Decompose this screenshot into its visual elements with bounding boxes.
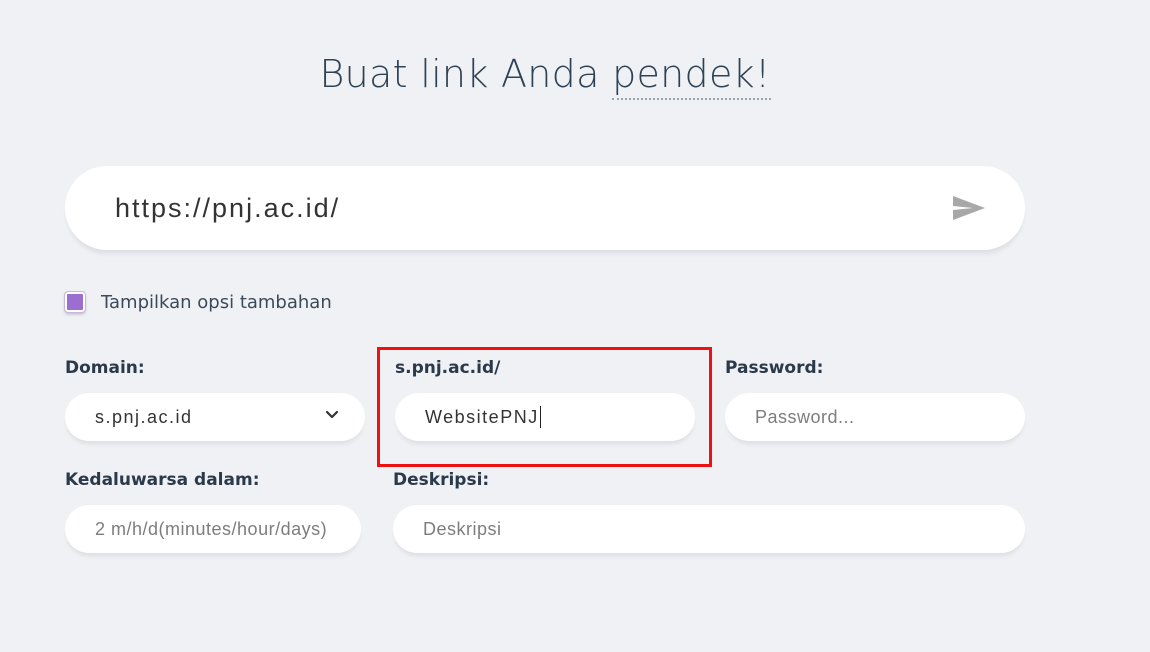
options-checkbox[interactable] — [64, 291, 86, 313]
send-icon — [953, 196, 985, 220]
title-prefix: Buat link Anda — [319, 52, 600, 96]
domain-selected-value: s.pnj.ac.id — [95, 406, 193, 427]
domain-select[interactable]: s.pnj.ac.id — [65, 393, 365, 441]
description-field[interactable] — [393, 505, 1025, 553]
description-input[interactable] — [423, 518, 1025, 540]
page-title: Buat link Anda pendek! — [0, 52, 1090, 100]
expire-field[interactable] — [65, 505, 361, 553]
domain-label: Domain: — [65, 358, 145, 378]
highlight-box — [377, 347, 712, 467]
password-label: Password: — [725, 358, 824, 378]
expire-input[interactable] — [95, 518, 361, 540]
expire-label: Kedaluwarsa dalam: — [65, 470, 260, 490]
url-bar — [65, 166, 1025, 250]
shortener-page: Buat link Anda pendek! Tampilkan opsi ta… — [0, 0, 1150, 652]
description-label: Deskripsi: — [393, 470, 490, 490]
title-highlight: pendek! — [612, 52, 771, 100]
url-input[interactable] — [115, 186, 935, 230]
password-input[interactable] — [755, 406, 1025, 428]
options-toggle[interactable]: Tampilkan opsi tambahan — [64, 290, 332, 314]
password-field[interactable] — [725, 393, 1025, 441]
options-label: Tampilkan opsi tambahan — [101, 291, 332, 313]
send-button[interactable] — [951, 194, 987, 222]
chevron-down-icon — [325, 410, 339, 419]
